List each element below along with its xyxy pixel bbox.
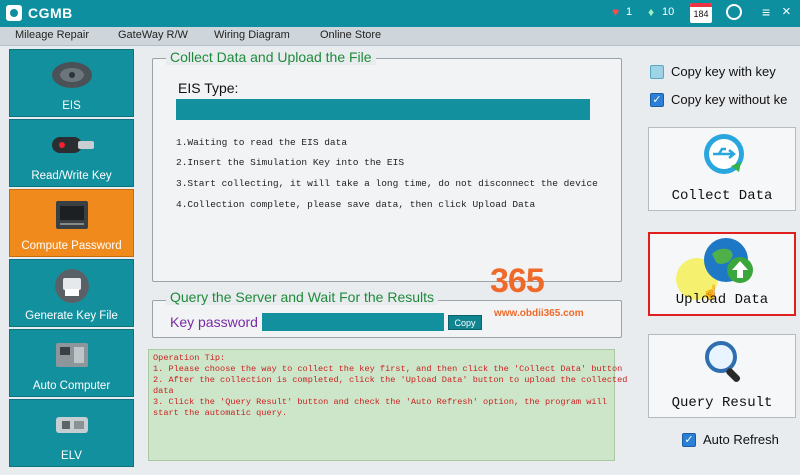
auto-refresh-checkbox[interactable]: ✓ [682,433,696,447]
collect-step-1: 1.Waiting to read the EIS data [176,137,348,148]
collect-data-button[interactable]: Collect Data [648,127,796,211]
collect-step-3: 3.Start collecting, it will take a long … [176,178,598,189]
upload-data-button[interactable]: ☝ Upload Data [648,232,796,316]
sidebar-label: ELV [61,450,82,462]
gem-icon: ♦ [648,5,655,19]
sidebar-label: Read/Write Key [31,170,112,182]
tip-line: 2. After the collection is completed, cl… [153,375,628,385]
auto-refresh-label: Auto Refresh [703,432,779,447]
tip-line: 1. Please choose the way to collect the … [153,364,623,374]
query-result-button[interactable]: Query Result [648,334,796,418]
eis-type-label: EIS Type: [178,80,239,96]
ecu-icon [55,343,88,367]
eis-type-field [176,99,590,120]
sidebar-label: Compute Password [21,240,122,252]
menu-icon[interactable]: ≡ [762,4,770,20]
counter-badge: 184 [690,3,712,23]
sidebar-item-eis[interactable]: EIS [9,49,134,117]
tip-line: 3. Click the 'Query Result' button and c… [153,397,607,407]
tip-line: start the automatic query. [153,408,288,418]
query-result-label: Query Result [671,395,773,411]
sidebar-label: Auto Computer [32,380,111,392]
timer-icon[interactable] [726,4,742,20]
query-title: Query the Server and Wait For the Result… [166,289,439,305]
collect-data-label: Collect Data [671,188,773,204]
watermark-url: www.obdii365.com [494,308,584,319]
copy-without-key-label: Copy key without ke [671,92,788,107]
upload-data-label: Upload Data [675,292,769,308]
key-fob-icon [51,62,92,88]
gem-count: 10 [662,6,675,18]
magnifier-icon [705,341,741,383]
copy-with-key-label: Copy key with key [671,64,776,79]
copy-button[interactable]: Copy [448,315,482,330]
smart-key-icon [51,137,94,153]
steering-lock-icon [55,417,88,433]
key-password-label: Key password [170,314,258,330]
password-card-icon [55,201,88,229]
watermark-logo: 365 [490,262,545,300]
collect-step-4: 4.Collection complete, please save data,… [176,199,536,210]
menu-gateway-rw[interactable]: GateWay R/W [118,29,188,41]
menu-online-store[interactable]: Online Store [320,29,381,41]
menu-wiring-diagram[interactable]: Wiring Diagram [214,29,290,41]
close-icon[interactable]: × [782,3,791,20]
usb-icon [704,134,744,174]
collect-step-2: 2.Insert the Simulation Key into the EIS [176,157,405,168]
app-title: CGMB [28,5,73,21]
key-password-field[interactable] [262,313,444,331]
copy-with-key-checkbox[interactable] [650,65,664,79]
menu-mileage-repair[interactable]: Mileage Repair [15,29,89,41]
sidebar-label: Generate Key File [25,310,118,322]
app-logo-icon [6,5,22,21]
heart-count: 1 [626,6,633,18]
globe-upload-icon [704,238,753,283]
tip-line: Operation Tip: [153,353,226,363]
heart-icon: ♥ [612,5,620,19]
counter-value: 184 [693,9,709,19]
copy-without-key-checkbox[interactable]: ✓ [650,93,664,107]
sidebar-item-read-write-key[interactable]: Read/Write Key [9,119,134,187]
sidebar-item-auto-computer[interactable]: Auto Computer [9,329,134,397]
sidebar-label: EIS [62,100,81,112]
sidebar-item-generate-key-file[interactable]: Generate Key File [9,259,134,327]
printer-icon [54,269,89,303]
tip-line: data [153,386,174,396]
sidebar-item-elv[interactable]: ELV [9,399,134,467]
operation-tip-box: Operation Tip: 1. Please choose the way … [148,349,627,461]
collect-data-title: Collect Data and Upload the File [166,49,376,65]
sidebar-item-compute-password[interactable]: Compute Password [9,189,134,257]
title-bar: CGMB ♥ 1 ♦ 10 184 ≡ × [0,0,800,27]
menu-bar: Mileage Repair GateWay R/W Wiring Diagra… [0,27,800,46]
